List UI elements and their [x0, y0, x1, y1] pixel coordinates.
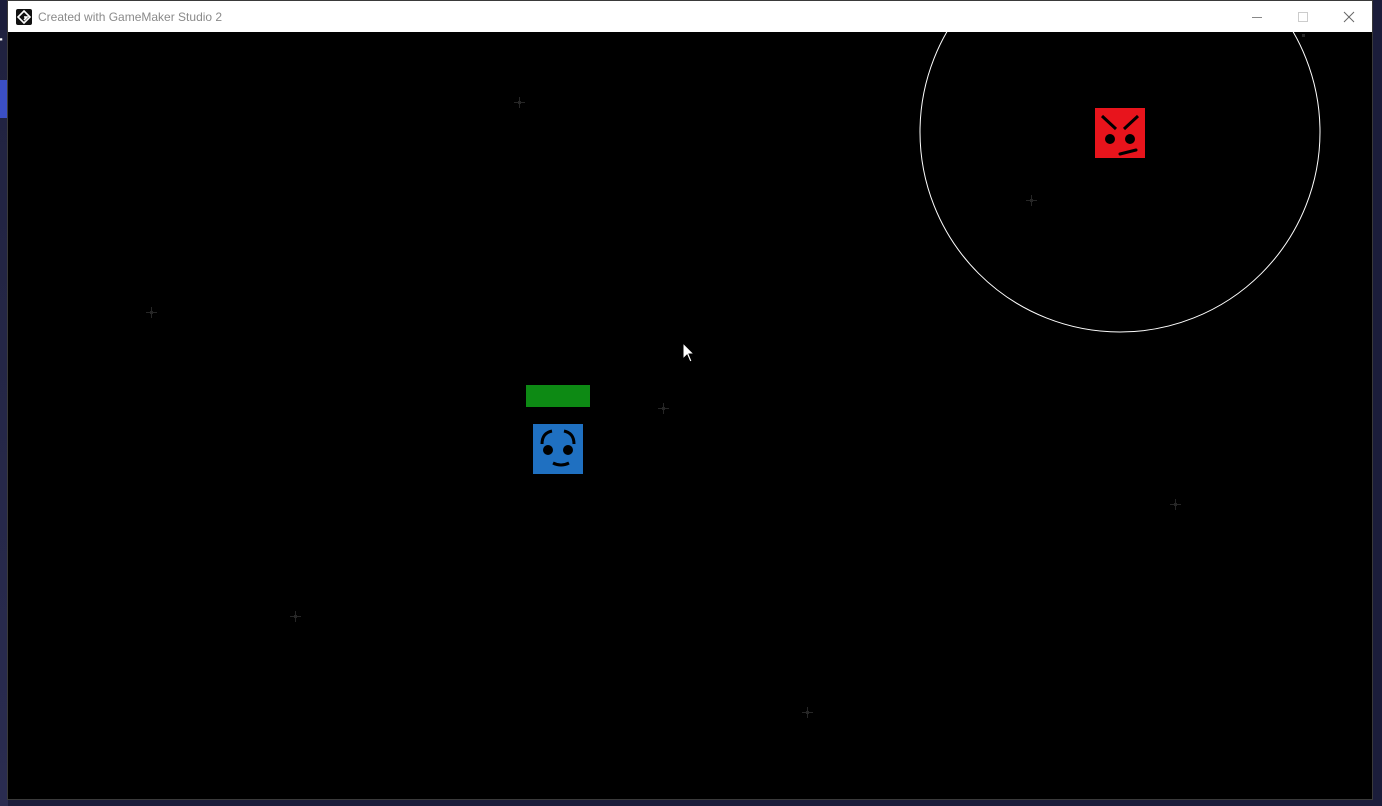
window-title: Created with GameMaker Studio 2	[38, 9, 223, 24]
gamemaker-logo-icon	[16, 8, 32, 25]
enemy-detection-radius	[919, 32, 1321, 333]
arrow-cursor-icon	[682, 341, 696, 363]
star	[1170, 499, 1181, 510]
window-controls	[1234, 1, 1372, 32]
minimize-icon[interactable]	[1234, 1, 1280, 32]
player-health-bar	[526, 385, 590, 407]
game-window: Created with GameMaker Studio 2	[7, 0, 1373, 800]
player-sprite	[533, 424, 583, 474]
enemy-sprite	[1095, 108, 1145, 158]
star	[290, 611, 301, 622]
star	[514, 97, 525, 108]
star	[658, 403, 669, 414]
game-canvas[interactable]	[8, 32, 1372, 799]
star	[802, 707, 813, 718]
star	[146, 307, 157, 318]
close-icon[interactable]	[1326, 1, 1372, 32]
maximize-icon[interactable]	[1280, 1, 1326, 32]
window-titlebar[interactable]: Created with GameMaker Studio 2	[8, 1, 1372, 32]
star	[1026, 195, 1037, 206]
star	[1302, 34, 1305, 37]
